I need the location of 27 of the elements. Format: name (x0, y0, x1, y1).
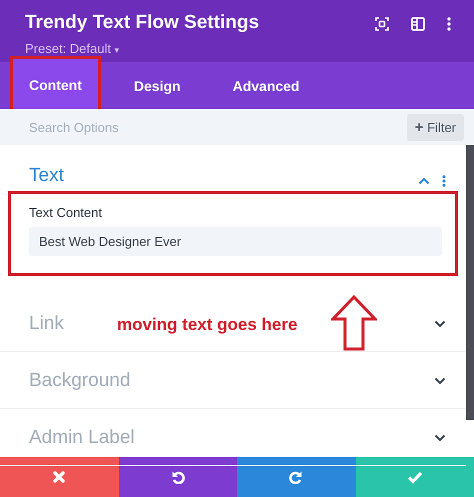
more-icon[interactable] (447, 17, 451, 31)
expand-icon[interactable] (434, 320, 446, 328)
redo-icon (289, 470, 304, 484)
redo-button[interactable] (237, 457, 356, 497)
close-icon (52, 470, 66, 484)
expand-icon[interactable] (434, 434, 446, 442)
cancel-button[interactable] (0, 457, 118, 497)
undo-icon (170, 470, 185, 484)
more-icon[interactable] (442, 175, 446, 187)
filter-button[interactable]: + Filter (406, 114, 464, 140)
fullscreen-icon[interactable] (375, 17, 389, 31)
tab[interactable]: Design (114, 62, 200, 109)
sidebar-icon[interactable] (411, 17, 425, 31)
collapse-icon[interactable] (418, 177, 430, 185)
annotation-text: moving text goes here (117, 315, 298, 335)
preset-dropdown[interactable]: Preset: Default ▾ (25, 41, 260, 56)
panel-title: Trendy Text Flow Settings (25, 12, 260, 34)
up-arrow-icon (331, 295, 377, 351)
checkmark-icon (406, 470, 423, 484)
undo-button[interactable] (118, 457, 237, 497)
search-field[interactable]: Search Options (29, 120, 229, 134)
expand-icon[interactable] (434, 376, 446, 384)
text-input-field[interactable]: Best Web Designer Ever (29, 227, 442, 256)
field-label: Text Content (29, 205, 103, 220)
scrollbar[interactable] (466, 145, 474, 420)
section-title[interactable]: Text (29, 165, 64, 187)
tab[interactable]: Advanced (214, 62, 318, 109)
